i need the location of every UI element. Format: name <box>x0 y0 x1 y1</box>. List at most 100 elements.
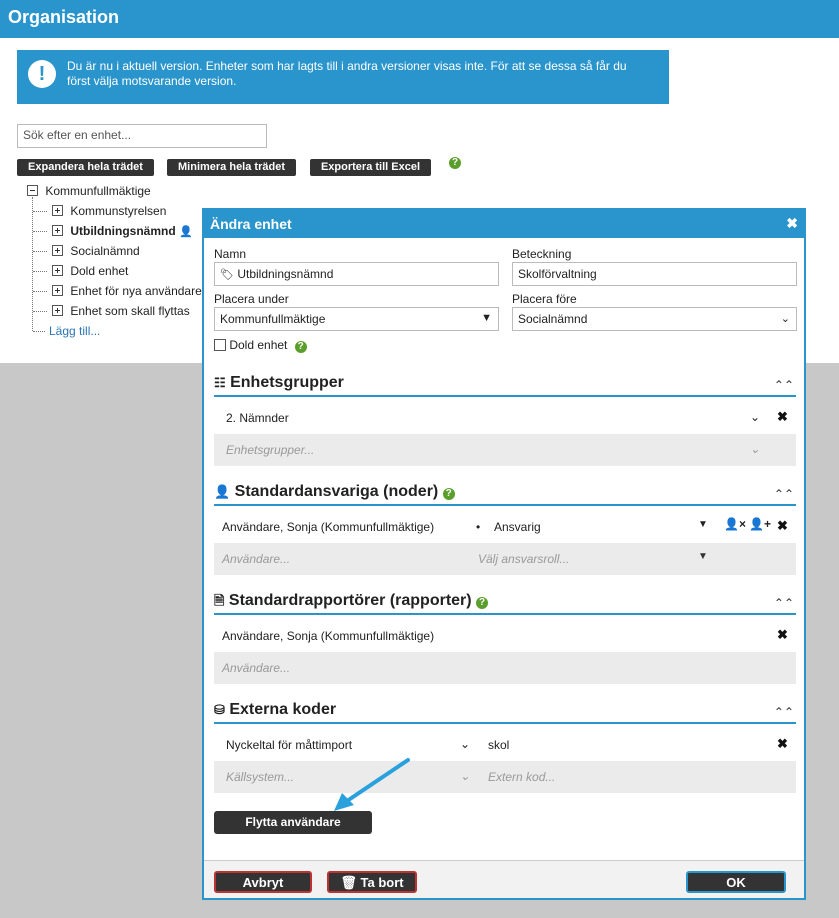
responsible-role[interactable]: Ansvarig <box>494 520 541 534</box>
reporter-user: Användare, Sonja (Kommunfullmäktige) <box>222 629 435 643</box>
place-under-select[interactable]: Kommunfullmäktige ▼ <box>214 307 499 331</box>
help-icon[interactable]: ? <box>476 597 489 609</box>
name-value[interactable]: Utbildningsnämnd <box>237 267 333 281</box>
remove-icon[interactable]: ✖ <box>777 627 788 643</box>
section-divider <box>214 722 796 724</box>
tree-root[interactable]: Kommunfullmäktige <box>27 184 151 198</box>
expand-icon[interactable] <box>52 245 63 256</box>
tree-item-utbildningsnamnd[interactable]: Utbildningsnämnd 👤 <box>52 224 193 238</box>
designation-label: Beteckning <box>512 247 572 261</box>
tree-item-label[interactable]: Kommunstyrelsen <box>70 204 166 218</box>
hidden-unit-label: Dold enhet <box>229 338 288 352</box>
add-user-icon[interactable]: 👤+ <box>749 517 771 531</box>
dropdown-arrow-icon[interactable]: ▼ <box>481 312 492 324</box>
role-placeholder[interactable]: Välj ansvarsroll... <box>478 552 569 566</box>
tree-item-nya-anvandare[interactable]: Enhet för nya användare <box>52 284 202 298</box>
reporters-section-title: 🗎 Standardrapportörer (rapporter) ? <box>214 592 489 614</box>
code-add-row: Källsystem... ⌄ Extern kod... <box>214 761 796 793</box>
reporter-row: Användare, Sonja (Kommunfullmäktige) ✖ <box>214 620 796 652</box>
place-before-select[interactable]: Socialnämnd ⌄ <box>512 307 797 331</box>
chevron-down-icon[interactable]: ⌄ <box>460 769 470 783</box>
remove-user-icon[interactable]: 👤× <box>724 517 746 531</box>
ok-button[interactable]: OK <box>686 871 786 893</box>
tree-item-socialnamnd[interactable]: Socialnämnd <box>52 244 140 258</box>
help-icon[interactable]: ? <box>449 157 461 169</box>
chevron-down-icon[interactable]: ⌄ <box>750 442 760 456</box>
help-icon[interactable]: ? <box>442 488 455 500</box>
search-input[interactable]: Sök efter en enhet... <box>17 124 267 148</box>
user-placeholder[interactable]: Användare... <box>222 552 290 566</box>
hidden-unit-checkbox[interactable] <box>214 339 226 351</box>
delete-label[interactable]: Ta bort <box>361 875 404 890</box>
tag-icon: 🏷 <box>220 269 234 281</box>
expand-icon[interactable] <box>52 225 63 236</box>
database-icon: ⛁ <box>214 702 225 717</box>
place-before-value[interactable]: Socialnämnd <box>518 312 587 326</box>
group-value[interactable]: 2. Nämnder <box>226 411 289 425</box>
system-placeholder[interactable]: Källsystem... <box>226 770 294 784</box>
remove-icon[interactable]: ✖ <box>777 736 788 752</box>
chevron-down-icon[interactable]: ⌄ <box>781 312 790 325</box>
chevron-down-icon[interactable]: ⌄ <box>460 737 470 751</box>
code-placeholder[interactable]: Extern kod... <box>488 770 555 784</box>
sitemap-icon: ☷ <box>214 375 226 390</box>
collapse-section-icon[interactable]: ⌃⌃ <box>774 705 794 719</box>
tree-connector <box>33 251 47 252</box>
name-field[interactable]: 🏷 Utbildningsnämnd <box>214 262 499 286</box>
designation-field[interactable]: Skolförvaltning <box>512 262 797 286</box>
user-icon: 👤 <box>214 484 231 499</box>
tree-root-label[interactable]: Kommunfullmäktige <box>45 184 150 198</box>
tree-item-label[interactable]: Utbildningsnämnd <box>70 224 175 238</box>
dropdown-arrow-icon[interactable]: ▼ <box>698 519 708 530</box>
tree-item-label[interactable]: Socialnämnd <box>70 244 139 258</box>
export-excel-button[interactable]: Exportera till Excel <box>310 159 431 176</box>
tree-item-kommunstyrelsen[interactable]: Kommunstyrelsen <box>52 204 166 218</box>
codes-title-text: Externa koder <box>229 701 337 718</box>
collapse-section-icon[interactable]: ⌃⌃ <box>774 378 794 392</box>
groups-section-title: ☷ Enhetsgrupper <box>214 374 344 392</box>
expand-icon[interactable] <box>52 265 63 276</box>
tree-connector <box>33 271 47 272</box>
tree-item-label[interactable]: Dold enhet <box>70 264 128 278</box>
tree-item-label[interactable]: Enhet för nya användare <box>70 284 201 298</box>
tree-item-skall-flyttas[interactable]: Enhet som skall flyttas <box>52 304 190 318</box>
group-row: 2. Nämnder ⌄ ✖ <box>214 402 796 434</box>
responsible-title-text: Standardansvariga (noder) <box>234 483 439 500</box>
remove-icon[interactable]: ✖ <box>777 409 788 425</box>
code-value[interactable]: skol <box>488 738 509 752</box>
tree-item-dold-enhet[interactable]: Dold enhet <box>52 264 128 278</box>
expand-tree-button[interactable]: Expandera hela trädet <box>17 159 154 176</box>
tree-item-label[interactable]: Enhet som skall flyttas <box>70 304 189 318</box>
delete-button[interactable]: 🗑 Ta bort <box>327 871 417 893</box>
remove-icon[interactable]: ✖ <box>777 518 788 534</box>
add-unit-link[interactable]: Lägg till... <box>49 324 100 338</box>
collapse-section-icon[interactable]: ⌃⌃ <box>774 596 794 610</box>
close-icon[interactable]: ✖ <box>786 215 798 232</box>
cancel-button[interactable]: Avbryt <box>214 871 312 893</box>
place-before-label: Placera före <box>512 292 577 306</box>
tree-connector <box>33 291 47 292</box>
code-system[interactable]: Nyckeltal för måttimport <box>226 738 352 752</box>
hidden-unit-row: Dold enhet ? <box>214 338 307 353</box>
help-icon[interactable]: ? <box>294 341 307 353</box>
dropdown-arrow-icon[interactable]: ▼ <box>698 551 708 562</box>
trash-icon: 🗑 <box>340 875 357 890</box>
chevron-down-icon[interactable]: ⌄ <box>750 410 760 424</box>
reporter-placeholder[interactable]: Användare... <box>222 661 290 675</box>
group-add-row[interactable]: Enhetsgrupper... ⌄ <box>214 434 796 466</box>
reporter-add-row[interactable]: Användare... <box>214 652 796 684</box>
collapse-tree-button[interactable]: Minimera hela trädet <box>167 159 296 176</box>
page-title: Organisation <box>8 7 120 27</box>
group-placeholder[interactable]: Enhetsgrupper... <box>226 443 314 457</box>
expand-icon[interactable] <box>52 305 63 316</box>
section-divider <box>214 395 796 397</box>
tree-connector <box>33 311 47 312</box>
collapse-icon[interactable] <box>27 185 38 196</box>
expand-icon[interactable] <box>52 285 63 296</box>
dialog-footer: Avbryt 🗑 Ta bort OK <box>204 860 804 898</box>
collapse-section-icon[interactable]: ⌃⌃ <box>774 487 794 501</box>
expand-icon[interactable] <box>52 205 63 216</box>
place-under-value[interactable]: Kommunfullmäktige <box>220 312 325 326</box>
groups-title-text: Enhetsgrupper <box>230 374 344 391</box>
section-divider <box>214 504 796 506</box>
